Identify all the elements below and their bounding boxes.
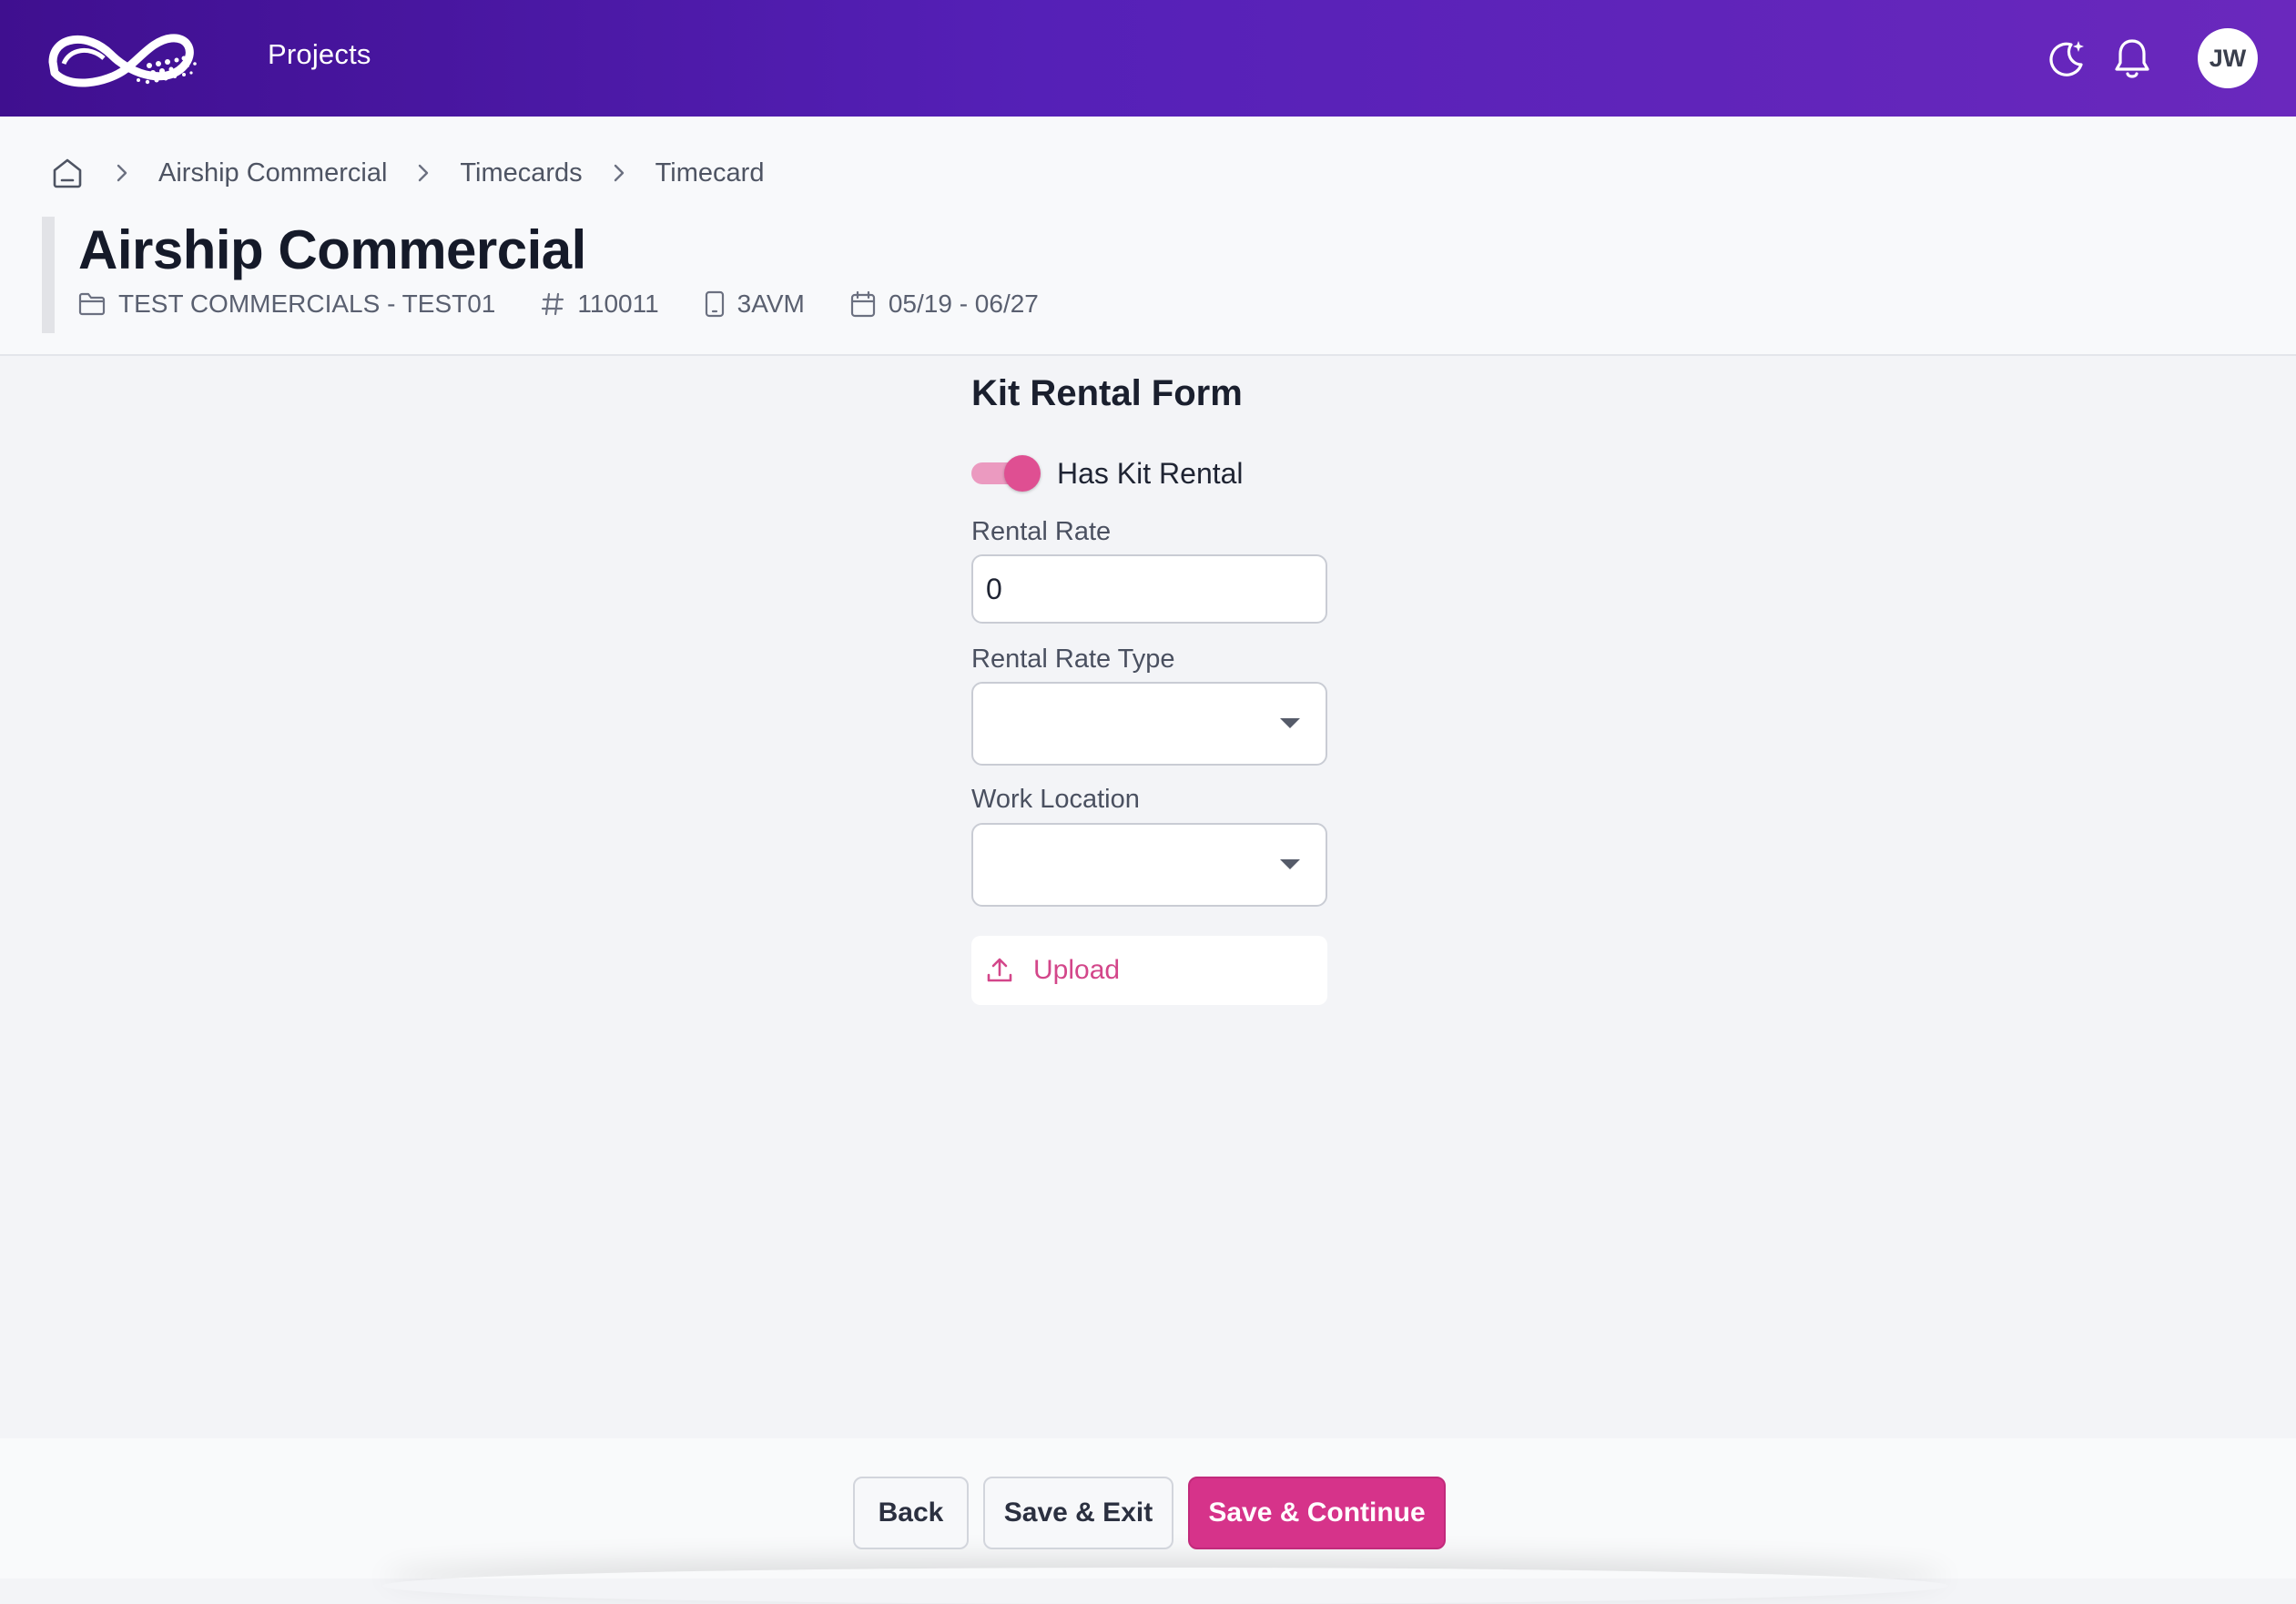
rental-rate-type-select[interactable] (971, 682, 1327, 766)
rental-rate-input[interactable] (971, 554, 1327, 624)
device-icon (705, 290, 724, 318)
bell-icon[interactable] (2105, 31, 2159, 86)
upload-icon (987, 958, 1012, 982)
toggle-knob (1004, 455, 1041, 492)
meta-number: 110011 (541, 289, 659, 319)
rental-rate-label: Rental Rate (971, 517, 1112, 546)
form-title: Kit Rental Form (971, 373, 1243, 413)
toggle-label: Has Kit Rental (1057, 456, 1244, 490)
logo-icon[interactable] (42, 18, 202, 96)
meta-folder: TEST COMMERCIALS - TEST01 (78, 289, 495, 319)
breadcrumb-project[interactable]: Airship Commercial (158, 158, 387, 188)
footer-shadow (382, 1568, 1948, 1604)
work-location-label: Work Location (971, 785, 1140, 814)
upload-button[interactable]: Upload (971, 936, 1327, 1005)
caret-down-icon (1280, 718, 1300, 728)
nav-projects-link[interactable]: Projects (268, 38, 371, 71)
chevron-right-icon (610, 163, 628, 183)
rental-rate-type-label: Rental Rate Type (971, 645, 1175, 674)
has-kit-rental-toggle[interactable]: Has Kit Rental (971, 455, 1244, 492)
meta-dates: 05/19 - 06/27 (850, 289, 1039, 319)
save-exit-button[interactable]: Save & Exit (983, 1477, 1173, 1549)
top-bar: Projects JW (0, 0, 2296, 117)
theme-toggle-icon[interactable] (2039, 31, 2094, 86)
home-icon[interactable] (49, 155, 86, 191)
breadcrumb-timecard[interactable]: Timecard (655, 158, 765, 188)
calendar-icon (850, 290, 875, 318)
chevron-right-icon (113, 163, 131, 183)
work-location-select[interactable] (971, 823, 1327, 907)
caret-down-icon (1280, 859, 1300, 869)
page-header: Airship Commercial Timecards Timecard Ai… (0, 117, 2296, 356)
page-title: Airship Commercial (78, 219, 586, 280)
back-button[interactable]: Back (853, 1477, 969, 1549)
user-avatar[interactable]: JW (2198, 28, 2258, 88)
hash-icon (542, 292, 564, 316)
title-accent-bar (42, 217, 55, 333)
save-continue-button[interactable]: Save & Continue (1188, 1477, 1446, 1549)
folder-icon (78, 292, 106, 316)
breadcrumb: Airship Commercial Timecards Timecard (49, 155, 764, 191)
breadcrumb-timecards[interactable]: Timecards (460, 158, 582, 188)
toggle-switch[interactable] (971, 455, 1041, 492)
chevron-right-icon (414, 163, 432, 183)
meta-device: 3AVM (705, 289, 805, 319)
upload-label: Upload (1033, 955, 1121, 985)
project-meta: TEST COMMERCIALS - TEST01 110011 3AVM 05… (78, 289, 1084, 319)
